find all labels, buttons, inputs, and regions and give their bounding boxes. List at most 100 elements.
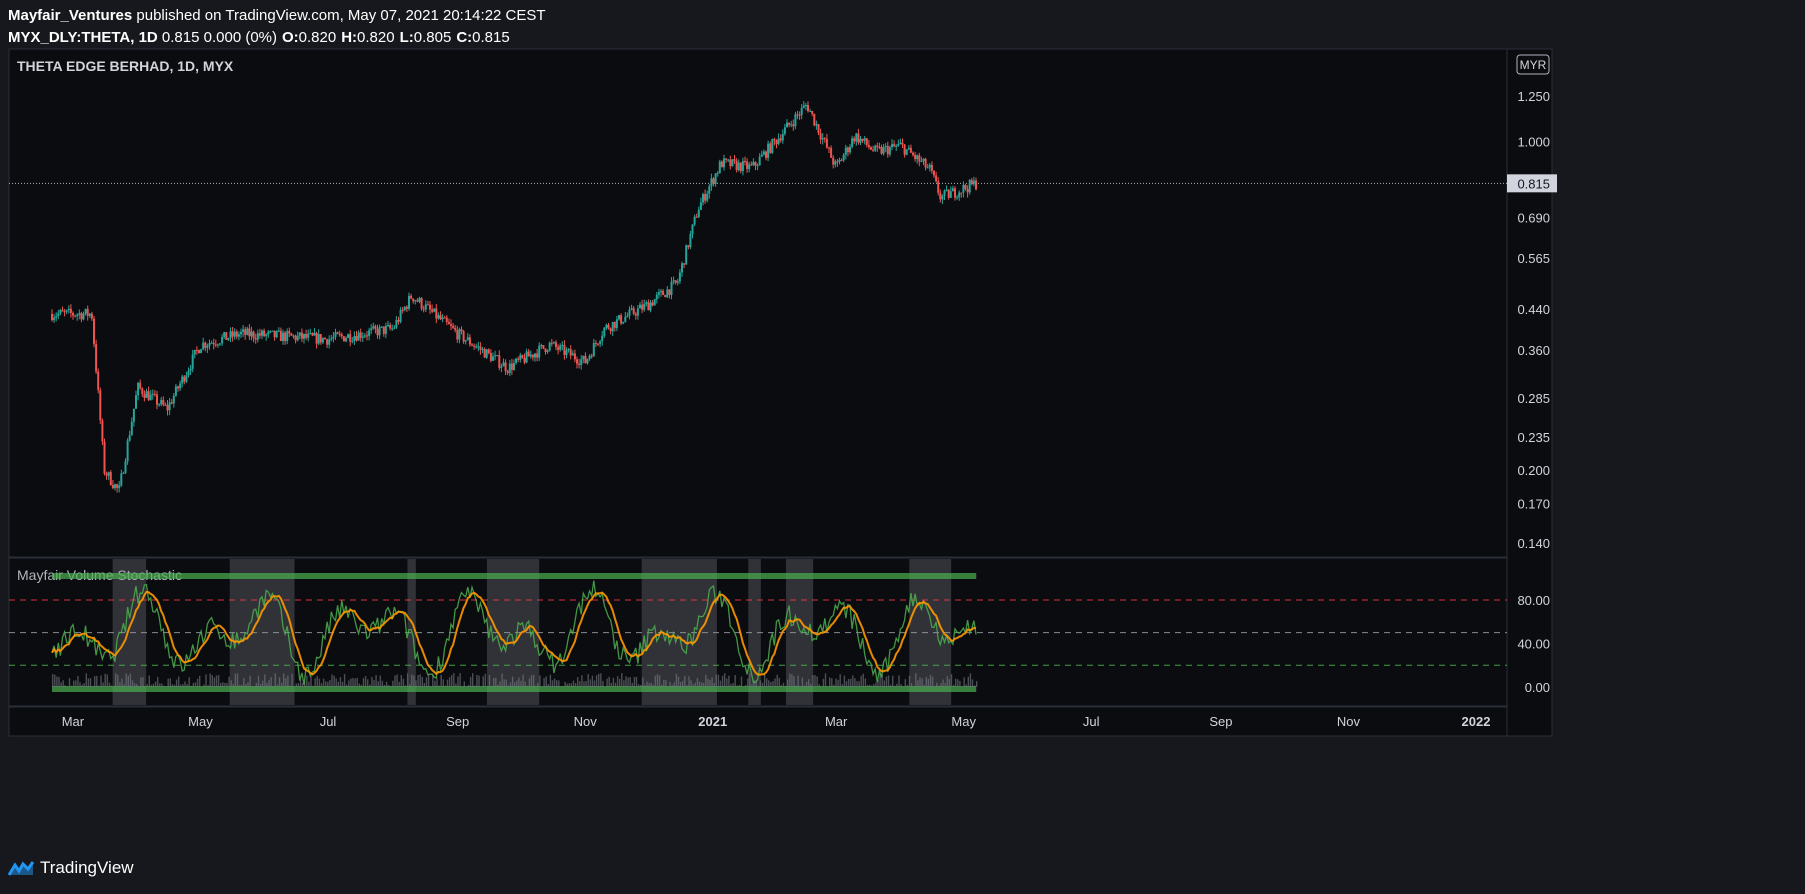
volume-bar [570,683,573,687]
candle-body [783,127,786,134]
footer[interactable]: TradingView [8,858,134,878]
candle-body [258,333,261,336]
candle-body [374,326,377,329]
volume-bar [852,675,854,687]
candle-body [928,164,931,168]
candle-body [319,334,322,343]
volume-bar [572,680,575,687]
candle-body [237,334,240,337]
candle-body [662,290,665,296]
candle-body [779,138,782,141]
candle-body [189,368,192,371]
volume-bar [115,673,117,687]
volume-bar [665,680,667,687]
volume-bar [715,674,717,687]
volume-bar [331,674,333,687]
candle-body [200,349,203,354]
volume-bar [621,673,623,687]
candle-body [958,192,961,198]
candle-body [214,344,217,346]
candle-body [80,313,83,320]
volume-bar [944,682,946,687]
volume-bar [520,680,522,687]
volume-bar [253,685,255,687]
candle-body [823,138,826,140]
candle-body [504,362,507,372]
candle-body [51,313,53,321]
volume-bar [923,684,925,687]
volume-bar [537,682,539,687]
candle [905,149,908,156]
candle-body [576,359,578,364]
candle-body [90,313,93,319]
candle-body [750,164,753,166]
volume-bar [885,676,888,687]
candle [101,418,104,446]
volume-bar [276,684,279,687]
candle-body [450,324,452,326]
volume-bar [873,684,875,687]
volume-bar [847,678,850,687]
volume-bar [904,679,906,687]
volume-bar [110,685,113,687]
volume-bar [663,679,665,687]
candle-body [65,310,68,312]
candle-body [151,393,154,395]
volume-bar [495,677,497,687]
volume-bar [154,681,157,687]
candle [275,330,278,339]
volume-bar [224,682,226,687]
candle [347,333,350,339]
volume-bar [810,683,812,687]
candle-body [116,484,119,488]
volume-bar [396,674,398,687]
volume-bar [589,679,591,687]
candle-body [305,333,308,338]
candle-body [422,308,425,310]
osc-tick-label: 40.00 [1517,637,1550,652]
volume-bar [511,676,514,687]
volume-bar [171,684,174,687]
volume-bar [711,677,713,687]
candle-body [939,192,942,200]
candle-body [926,167,929,169]
price-tick-label: 0.285 [1517,391,1550,406]
candle-body [546,350,549,352]
candle-body [834,161,837,165]
volume-bar [747,678,749,687]
candle-body [760,154,763,157]
candle-body [601,335,604,342]
candle [483,347,486,358]
candle-body [828,147,830,149]
volume-bar [948,679,951,687]
volume-bar [402,678,405,687]
tradingview-brand[interactable]: TradingView [40,858,134,878]
volume-bar [778,677,780,687]
candle-body [851,138,854,147]
volume-bar [159,683,161,687]
candle-body [880,147,883,154]
price-tick-label: 1.250 [1517,89,1550,104]
volume-bar [451,675,453,687]
candle-body [914,154,917,160]
candle-body [489,352,492,361]
chart-canvas[interactable]: THETA EDGE BERHAD, 1D, MYXMayfair Volume… [0,0,1805,894]
volume-bar [283,673,285,687]
candle-body [771,139,774,153]
candle-body [918,155,921,162]
volume-bar [157,676,159,687]
candle-body [412,298,415,302]
volume-bar [85,673,87,687]
candle-body [492,356,494,361]
volume-bar [348,680,350,687]
candle-body [135,395,137,409]
volume-bar [734,675,736,687]
volume-bar [486,686,489,687]
candle-body [418,298,421,302]
candle-body [802,105,805,108]
volume-bar [241,685,243,687]
volume-bar [81,684,83,687]
volume-bar [417,674,419,687]
candle-body [611,322,614,332]
volume-bar [583,681,585,687]
